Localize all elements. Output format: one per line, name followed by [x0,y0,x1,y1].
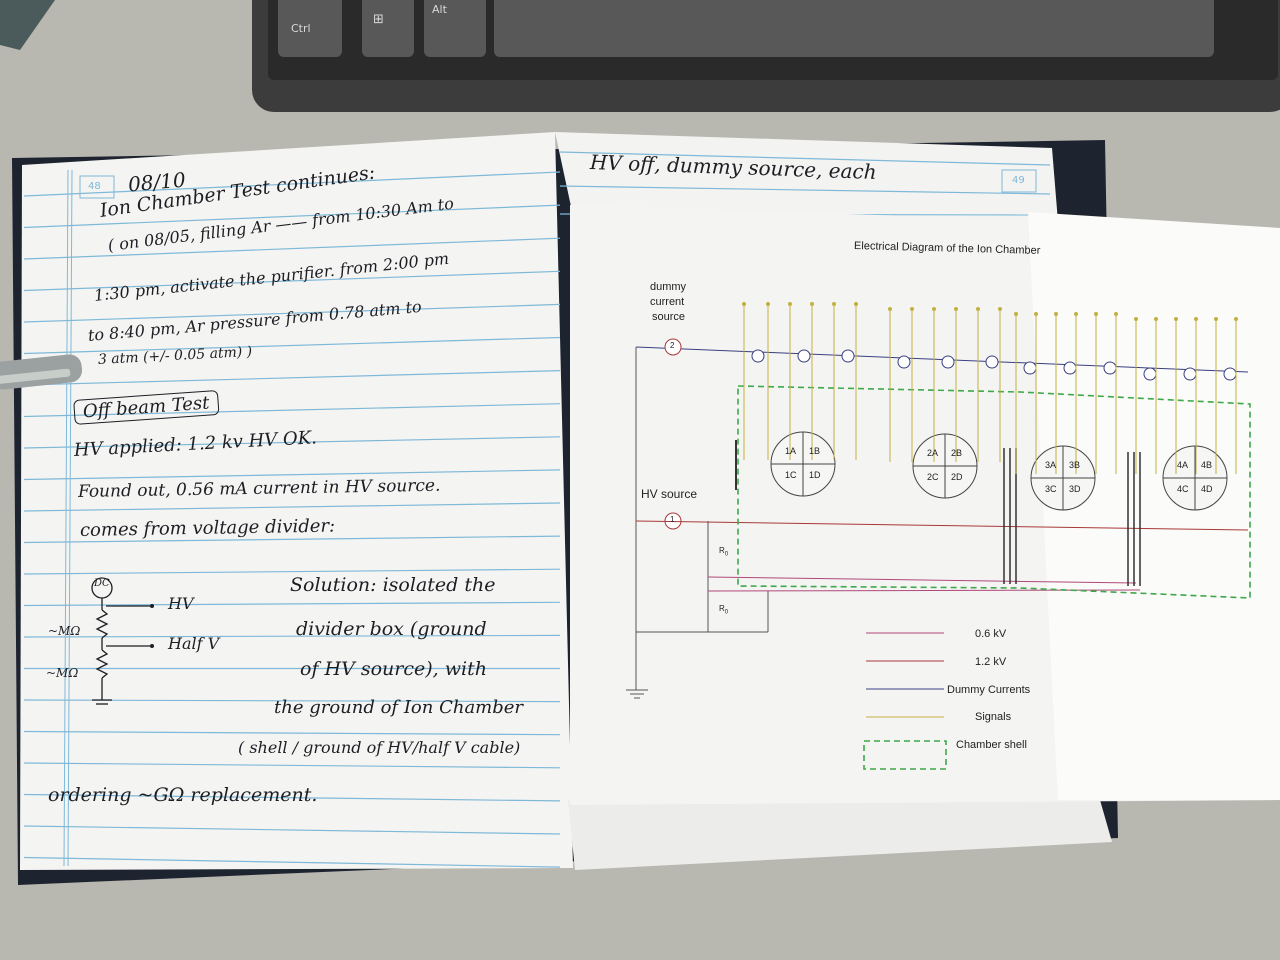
sketch-label: DC [94,578,110,589]
sketch-label: HV [168,594,194,613]
signal-terminal [1034,312,1038,316]
signal-terminal [1154,317,1158,321]
handwritten-line: comes from voltage divider: [79,515,336,541]
chamber-cell-label: 2D [951,472,963,482]
signal-terminal [976,307,980,311]
handwritten-line: the ground of Ion Chamber [274,697,524,718]
voltage-divider-sketch [91,577,154,705]
handwritten-line: ( shell / ground of HV/half V cable) [238,738,521,757]
signal-terminal [1074,312,1078,316]
chamber-cell-label: 3A [1045,460,1057,470]
resistor-label: R0 [719,546,729,558]
windows-key[interactable] [362,0,414,57]
legend-label: Chamber shell [956,739,1027,751]
space-key[interactable] [494,0,1214,57]
dummy-connector [751,349,765,363]
chamber-cell-label: 3C [1045,484,1057,494]
sketch-label: ~MΩ [48,624,81,638]
hv-source-label: HV source [641,487,698,501]
legend-label: 0.6 kV [975,628,1007,640]
signal-terminal [1194,317,1198,321]
chamber-cell-label: 4A [1177,460,1189,470]
signal-terminal [742,302,746,306]
legend-label: Signals [975,711,1012,723]
sketch-label: Half V [168,634,220,653]
dummy-connector [941,355,955,369]
sketch-label: ~MΩ [46,666,79,680]
handwritten-line: of HV source), with [300,658,487,680]
page-number: 48 [88,181,101,192]
dummy-label: dummy [650,281,687,293]
signal-terminal [788,302,792,306]
dummy-label: source [652,311,686,323]
signal-terminal [954,307,958,311]
dummy-label: current [650,296,685,308]
chamber-cell-label: 2B [951,448,963,458]
signal-terminal [810,302,814,306]
chamber-cell-label: 1D [809,470,821,480]
signal-terminal [1054,312,1058,316]
signal-terminal [998,307,1002,311]
chamber-cell-label: 3B [1069,460,1081,470]
chamber-cell-label: 1A [785,446,797,456]
chamber-cell-label: 4B [1201,460,1213,470]
signal-terminal [1214,317,1218,321]
signal-terminal [910,307,914,311]
page-number: 49 [1012,175,1025,186]
chamber-cell-label: 2C [927,472,939,482]
source-number: 1 [670,515,675,524]
dummy-connector [797,349,811,363]
dummy-connector [985,355,999,369]
signal-terminal [1134,317,1138,321]
signal-terminal [1094,312,1098,316]
key-label: Alt [432,3,447,16]
chamber-cell-label: 1B [809,446,821,456]
handwritten-line: divider box (ground [296,618,487,640]
signal-terminal [1014,312,1018,316]
signal-terminal [854,302,858,306]
dummy-connector [1063,361,1077,375]
dummy-connector [897,355,911,369]
chamber-cell-label: 4C [1177,484,1189,494]
key-label: ⊞ [373,12,384,27]
source-number: 2 [670,341,675,350]
dummy-connector [1143,367,1157,381]
resistor-label: R0 [719,604,729,616]
signal-terminal [832,302,836,306]
chamber-cell-label: 2A [927,448,939,458]
dummy-connector [1223,367,1237,381]
key-label: Ctrl [291,22,311,35]
chamber-cell-label: 3D [1069,484,1081,494]
chamber-cell-label: 1C [785,470,797,480]
signal-terminal [1174,317,1178,321]
handwritten-line: ordering ~GΩ replacement. [48,784,318,806]
signal-terminal [1114,312,1118,316]
keyboard [252,0,1280,112]
dummy-connector [841,349,855,363]
signal-terminal [766,302,770,306]
signal-terminal [932,307,936,311]
dummy-connector [1183,367,1197,381]
legend-label: 1.2 kV [975,656,1007,668]
handwritten-line: Solution: isolated the [290,574,496,596]
dummy-connector [1103,361,1117,375]
legend-label: Dummy Currents [947,684,1031,696]
chamber-cell-label: 4D [1201,484,1213,494]
dummy-connector [1023,361,1037,375]
signal-terminal [1234,317,1238,321]
signal-terminal [888,307,892,311]
